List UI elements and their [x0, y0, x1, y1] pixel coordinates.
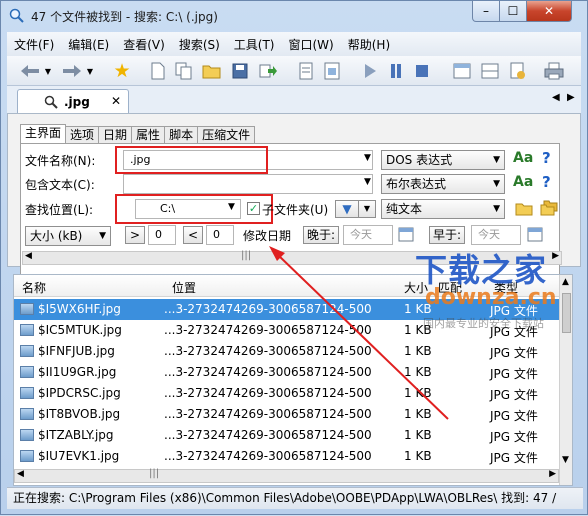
status-bar: 正在搜索: C:\Program Files (x86)\Common File…	[7, 487, 583, 509]
app-window: 47 个文件被找到 - 搜索: C:\ (.jpg) – ☐ ✕ 文件(F) 编…	[0, 0, 588, 515]
watermark-url: downza.cn	[425, 285, 557, 310]
watermark-slogan: 国内最专业的安全下载站	[423, 317, 544, 330]
